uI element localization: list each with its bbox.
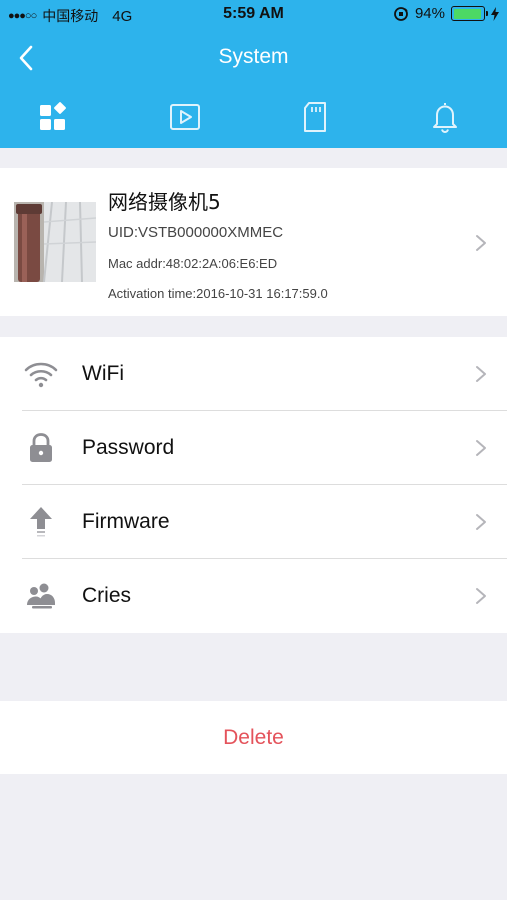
tab-bar — [0, 86, 507, 148]
delete-section: Delete — [0, 701, 507, 774]
bell-icon — [433, 103, 457, 134]
lock-icon — [22, 430, 60, 466]
wifi-icon — [22, 356, 60, 392]
baby-cry-icon — [22, 578, 60, 614]
grid-icon — [40, 102, 66, 130]
battery-icon — [451, 6, 488, 21]
chevron-right-icon — [476, 588, 486, 604]
status-right: 94% — [393, 5, 499, 22]
device-activation-time: Activation time:2016-10-31 16:17:59.0 — [108, 286, 328, 301]
nav-bar: System — [0, 30, 507, 86]
tab-alarm[interactable] — [428, 100, 462, 134]
menu-item-label: WiFi — [82, 362, 124, 385]
menu-item-wifi[interactable]: WiFi — [0, 337, 507, 411]
menu-item-label: Cries — [82, 584, 132, 607]
video-play-icon — [170, 104, 200, 130]
sd-card-icon — [304, 102, 326, 132]
battery-percent: 94% — [414, 5, 445, 22]
orientation-lock-icon — [394, 6, 408, 21]
upload-arrow-icon — [22, 504, 60, 540]
chevron-right-icon — [476, 440, 486, 456]
chevron-right-icon — [476, 366, 486, 382]
menu-item-password[interactable]: Password — [0, 411, 507, 485]
device-mac-address: Mac addr:48:02:2A:06:E6:ED — [108, 256, 278, 271]
status-bar: ●●●○○ 中国移动 4G 5:59 AM 94% — [0, 0, 507, 30]
menu-item-firmware[interactable]: Firmware — [0, 485, 507, 559]
charging-icon — [491, 6, 499, 21]
delete-button[interactable]: Delete — [0, 726, 507, 750]
device-uid: UID:VSTB000000XMMEC — [108, 224, 284, 241]
menu-item-cries[interactable]: Cries — [0, 559, 507, 633]
device-info-card[interactable]: 网络摄像机5 UID:VSTB000000XMMEC Mac addr:48:0… — [0, 168, 507, 316]
settings-menu: WiFi Password Firmware Cries — [0, 337, 507, 633]
tab-sd-card[interactable] — [298, 100, 332, 134]
chevron-right-icon — [476, 235, 486, 251]
camera-thumbnail — [14, 202, 96, 282]
battery-fill — [453, 8, 481, 19]
page-title: System — [218, 45, 289, 68]
tab-overview[interactable] — [36, 100, 70, 134]
device-name: 网络摄像机5 — [108, 190, 221, 214]
chevron-right-icon — [476, 514, 486, 530]
tab-video[interactable] — [168, 100, 202, 134]
menu-item-label: Password — [82, 436, 175, 459]
menu-item-label: Firmware — [82, 510, 170, 533]
